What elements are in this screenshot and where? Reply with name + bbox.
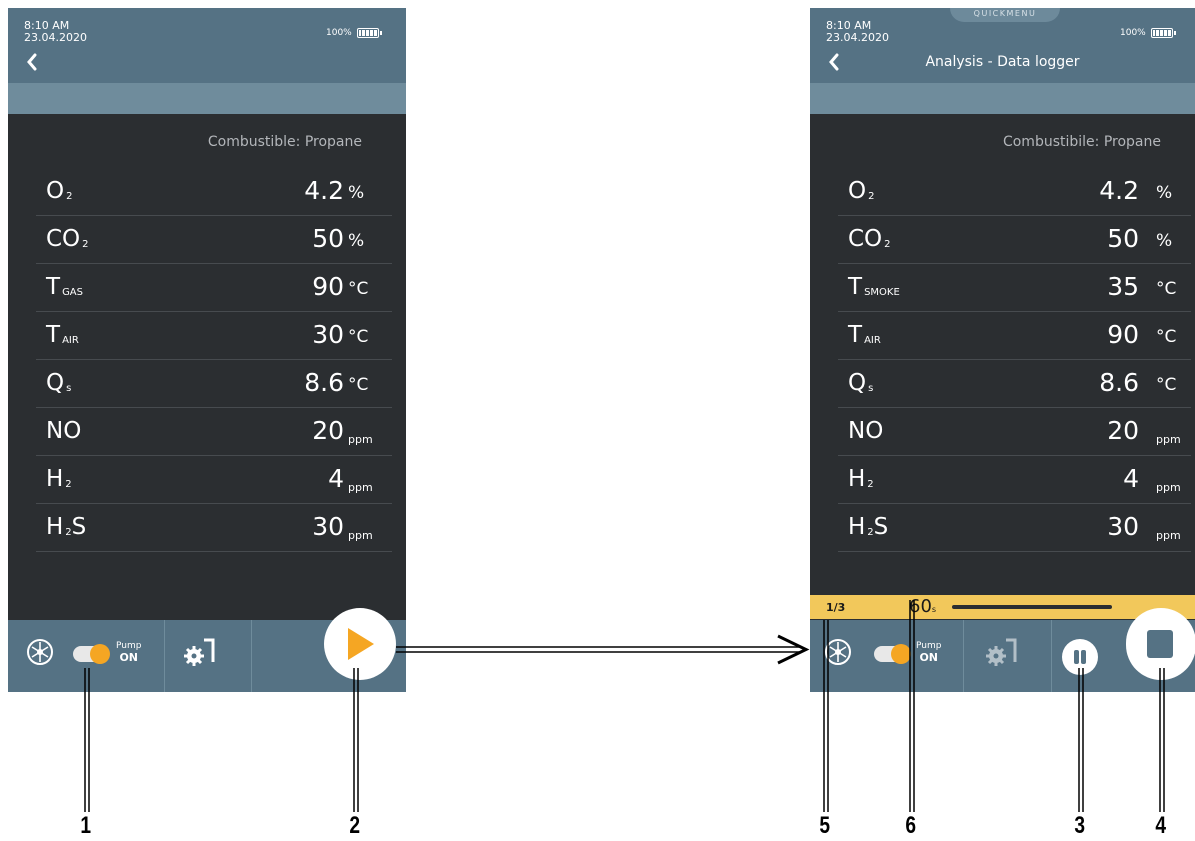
callout-2: 2 [349, 812, 361, 839]
callout-5: 5 [819, 812, 831, 839]
callout-1: 1 [80, 812, 92, 839]
callout-4: 4 [1155, 812, 1167, 839]
callout-6: 6 [905, 812, 917, 839]
callout-3: 3 [1074, 812, 1086, 839]
callout-overlay [84, 600, 1165, 812]
